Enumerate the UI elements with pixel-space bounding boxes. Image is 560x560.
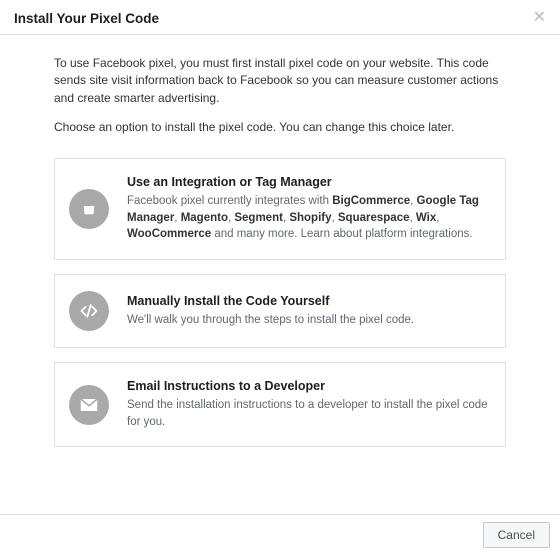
dialog-footer: Cancel <box>0 514 560 555</box>
desc-post: and many more. Learn about platform inte… <box>211 228 472 240</box>
brand: Shopify <box>289 212 331 224</box>
close-icon[interactable]: ✕ <box>533 10 546 26</box>
option-desc: Send the installation instructions to a … <box>127 397 491 430</box>
option-body: Email Instructions to a Developer Send t… <box>127 379 491 430</box>
bag-icon <box>69 189 109 229</box>
subintro-text: Choose an option to install the pixel co… <box>54 119 506 136</box>
option-manual[interactable]: Manually Install the Code Yourself We'll… <box>54 274 506 348</box>
option-title: Manually Install the Code Yourself <box>127 294 491 308</box>
brand: Squarespace <box>338 212 410 224</box>
brand: Segment <box>234 212 283 224</box>
option-body: Use an Integration or Tag Manager Facebo… <box>127 175 491 243</box>
desc-pre: Facebook pixel currently integrates with <box>127 195 332 207</box>
dialog-content: To use Facebook pixel, you must first in… <box>0 35 560 447</box>
code-icon <box>69 291 109 331</box>
option-desc: We'll walk you through the steps to inst… <box>127 312 491 329</box>
dialog-title: Install Your Pixel Code <box>14 11 159 26</box>
intro-text: To use Facebook pixel, you must first in… <box>54 55 506 107</box>
dialog-header: Install Your Pixel Code ✕ <box>0 0 560 35</box>
option-email[interactable]: Email Instructions to a Developer Send t… <box>54 362 506 447</box>
option-body: Manually Install the Code Yourself We'll… <box>127 294 491 329</box>
brand: WooCommerce <box>127 228 211 240</box>
option-desc: Facebook pixel currently integrates with… <box>127 193 491 243</box>
envelope-icon <box>69 385 109 425</box>
option-title: Use an Integration or Tag Manager <box>127 175 491 189</box>
option-title: Email Instructions to a Developer <box>127 379 491 393</box>
brand: Wix <box>416 212 436 224</box>
option-integration[interactable]: Use an Integration or Tag Manager Facebo… <box>54 158 506 260</box>
brand: BigCommerce <box>332 195 410 207</box>
brand: Magento <box>181 212 228 224</box>
cancel-button[interactable]: Cancel <box>483 522 550 548</box>
